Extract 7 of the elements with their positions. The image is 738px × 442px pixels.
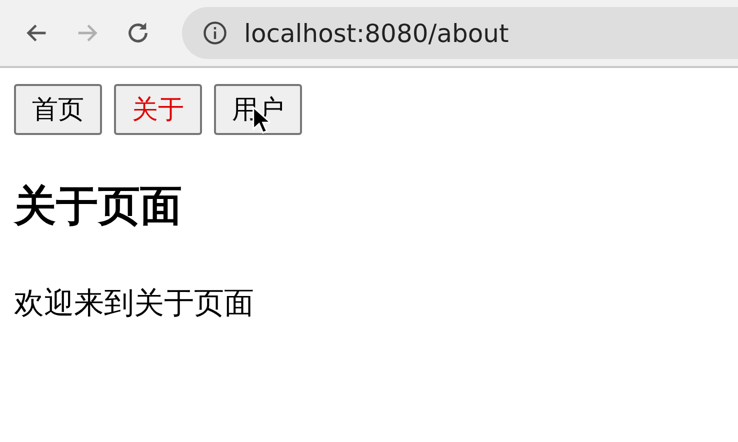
welcome-text: 欢迎来到关于页面 xyxy=(14,285,255,324)
info-icon[interactable] xyxy=(202,20,228,46)
nav-button[interactable]: 首页 xyxy=(14,84,102,135)
address-bar[interactable]: localhost:8080/about xyxy=(182,7,738,59)
url-text: localhost:8080/about xyxy=(244,18,509,48)
page-heading: 关于页面 xyxy=(14,181,183,232)
nav-button[interactable]: 关于 xyxy=(114,84,202,135)
